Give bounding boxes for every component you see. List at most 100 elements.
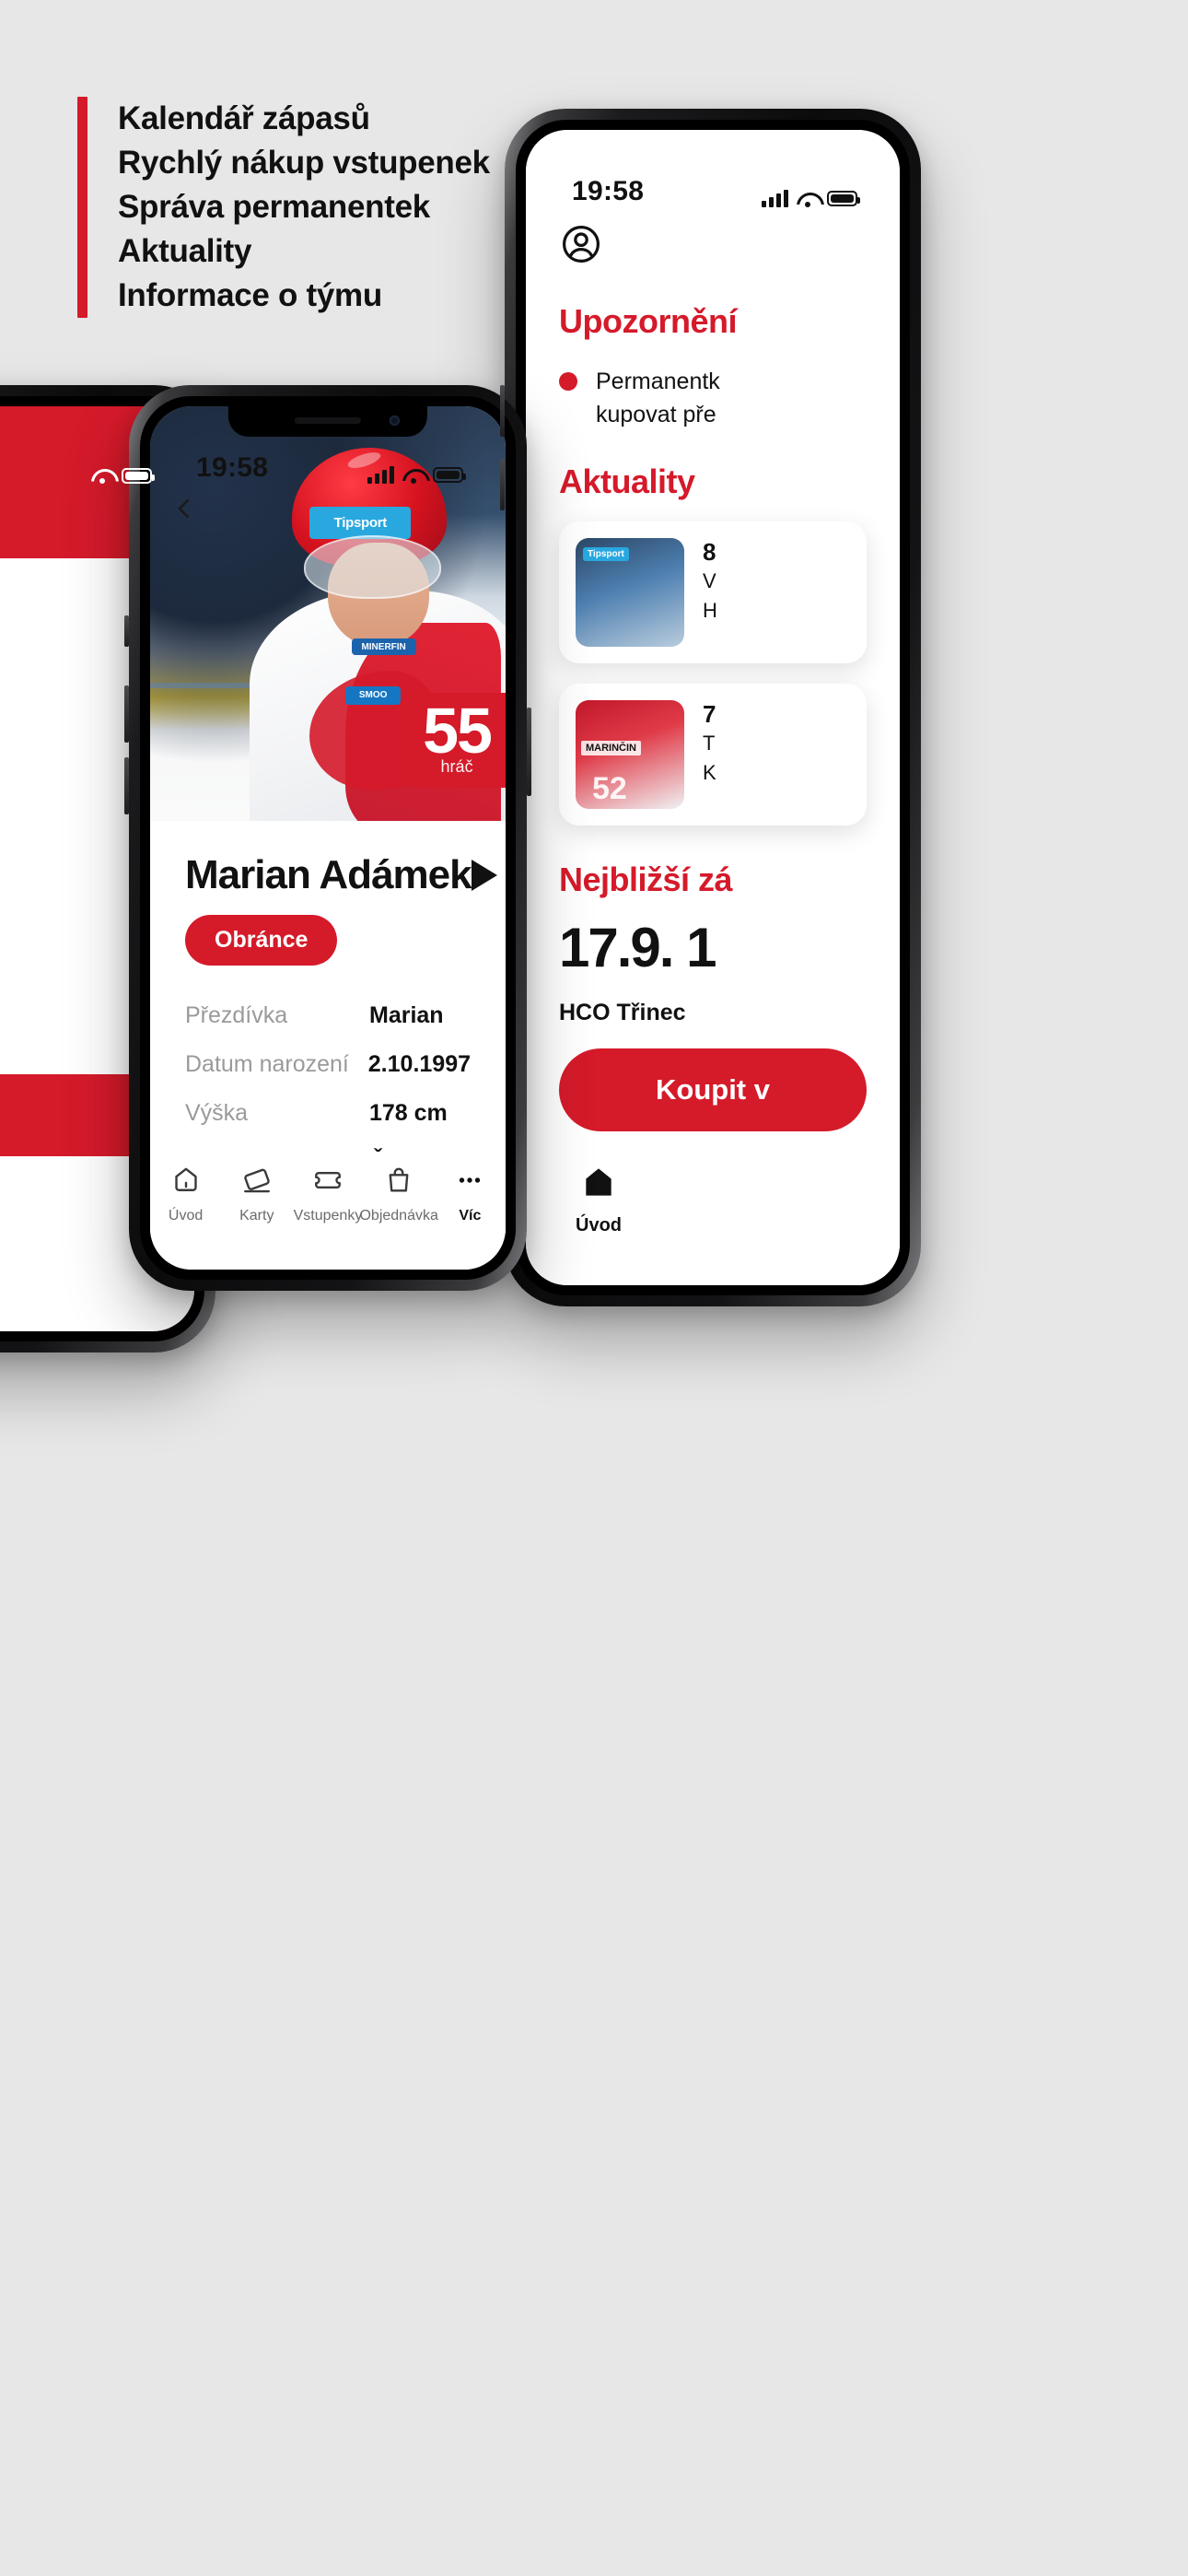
news-date: 7 xyxy=(703,700,716,728)
tab-label: Objednávka xyxy=(359,1208,438,1224)
news-thumbnail: MARINČIN 52 xyxy=(576,700,684,809)
news-text: VH xyxy=(703,569,717,622)
user-circle-icon[interactable] xyxy=(559,222,867,271)
tab-bar-center: Úvod Karty Vstupenky Objednávka Víc xyxy=(150,1152,506,1270)
info-key: Výška xyxy=(185,1100,249,1126)
player-position-badge: Obránce xyxy=(185,915,338,966)
tab-objednavka[interactable]: Objednávka xyxy=(359,1165,438,1224)
info-value: Marian xyxy=(369,1002,444,1028)
feature-list-accent-bar xyxy=(77,97,87,318)
info-key: Přezdívka xyxy=(185,1002,288,1028)
phone-center: Tipsport MINERFIN SMOO 55 hráč 19:58 Mar… xyxy=(124,385,531,1291)
news-body: 7 TK xyxy=(703,700,716,809)
mute-switch[interactable] xyxy=(124,615,129,647)
wifi-icon xyxy=(402,467,425,484)
jersey-name: MARINČIN xyxy=(581,741,641,755)
tab-label: Úvod xyxy=(576,1215,622,1235)
wifi-icon xyxy=(91,467,113,484)
tab-uvod[interactable]: Úvod xyxy=(150,1165,221,1224)
info-value: 178 cm xyxy=(369,1100,448,1126)
volume-down-button[interactable] xyxy=(500,459,505,510)
tipsport-logo: Tipsport xyxy=(309,507,412,539)
news-card[interactable]: MARINČIN 52 7 TK xyxy=(559,684,867,825)
tab-vstupenky[interactable]: Vstupenky xyxy=(292,1165,363,1224)
player-info-table: Přezdívka Marian Datum narození 2.10.199… xyxy=(185,1002,471,1176)
next-match-title: Nejbližší zá xyxy=(559,861,733,898)
news-body: 8 VH xyxy=(703,538,717,647)
tab-label: Karty xyxy=(239,1208,274,1224)
battery-icon xyxy=(122,467,155,484)
player-number-badge: 55 hráč xyxy=(399,693,506,788)
more-icon xyxy=(454,1165,485,1200)
feature-item: Kalendář zápasů xyxy=(118,100,370,136)
info-value: 2.10.1997 xyxy=(367,1051,471,1077)
tab-label: Úvod xyxy=(168,1208,204,1224)
home-icon xyxy=(170,1165,202,1200)
earpiece-speaker xyxy=(294,417,361,424)
buy-ticket-button[interactable]: Koupit v xyxy=(559,1048,867,1131)
feature-list: Kalendář zápasů Rychlý nákup vstupenek S… xyxy=(77,97,490,318)
player-number: 55 xyxy=(423,695,493,767)
bullet-icon xyxy=(559,372,577,391)
tab-karty[interactable]: Karty xyxy=(221,1165,292,1224)
notice-text: Permanentk kupovat pře xyxy=(596,369,720,427)
notch xyxy=(227,406,428,437)
status-time: 19:58 xyxy=(572,176,645,206)
info-row: Přezdívka Marian xyxy=(185,1002,471,1029)
volume-up-button[interactable] xyxy=(124,685,129,743)
tab-bar-right: Úvod xyxy=(526,1147,900,1285)
bag-icon xyxy=(383,1165,414,1200)
news-date: 8 xyxy=(703,538,716,566)
next-match-date: 17.9. 1 xyxy=(559,917,717,978)
news-card[interactable]: Tipsport 8 VH xyxy=(559,521,867,663)
sponsor-minerfin: MINERFIN xyxy=(351,638,416,655)
status-time: 19:58 xyxy=(196,452,269,483)
status-icons xyxy=(367,466,466,484)
next-match-team: HCO Třinec xyxy=(559,1000,686,1025)
news-title: Aktuality xyxy=(559,463,695,500)
status-icons xyxy=(762,190,860,207)
player-number-label: hráč xyxy=(440,757,473,776)
front-camera xyxy=(390,416,401,426)
feature-list-items: Kalendář zápasů Rychlý nákup vstupenek S… xyxy=(118,97,490,318)
notices-title: Upozornění xyxy=(559,302,737,340)
feature-item: Správa permanentek xyxy=(118,189,430,225)
home-screen: 19:58 Upozornění Permanentk kupovat pře … xyxy=(526,130,900,1285)
feature-item: Informace o týmu xyxy=(118,277,382,313)
play-icon[interactable] xyxy=(471,860,497,891)
news-thumbnail: Tipsport xyxy=(576,538,684,647)
jersey-number: 52 xyxy=(592,771,627,806)
battery-icon xyxy=(827,191,860,206)
tab-label: Víc xyxy=(459,1208,482,1224)
signal-icon xyxy=(367,466,394,484)
volume-down-button[interactable] xyxy=(124,757,129,814)
mockup-stage: Kalendář zápasů Rychlý nákup vstupenek S… xyxy=(0,0,1188,2576)
helmet-visor xyxy=(303,534,441,599)
status-icons xyxy=(91,467,155,484)
card-icon xyxy=(241,1165,273,1200)
player-name: Marian Adámek xyxy=(185,852,472,897)
home-icon xyxy=(580,1164,617,1206)
news-text: TK xyxy=(703,732,716,784)
tab-vic[interactable]: Víc xyxy=(435,1165,506,1224)
sponsor-smoo: SMOO xyxy=(345,685,402,705)
info-row: Výška 178 cm xyxy=(185,1100,471,1127)
feature-item: Rychlý nákup vstupenek xyxy=(118,145,490,181)
info-key: Datum narození xyxy=(185,1051,349,1077)
back-button[interactable] xyxy=(170,495,198,527)
tipsport-logo: Tipsport xyxy=(583,547,629,561)
notice-item: Permanentk kupovat pře xyxy=(559,365,867,431)
feature-item: Aktuality xyxy=(118,233,252,269)
player-name-row: Marian Adámek xyxy=(185,821,497,898)
volume-up-button[interactable] xyxy=(500,385,505,437)
phone-right: 19:58 Upozornění Permanentk kupovat pře … xyxy=(500,109,921,1306)
power-button[interactable] xyxy=(527,708,531,796)
battery-icon xyxy=(433,467,466,483)
signal-icon xyxy=(762,190,788,207)
tab-uvod[interactable]: Úvod xyxy=(576,1164,622,1236)
status-bar-right: 19:58 xyxy=(526,130,900,215)
tab-label: Vstupenky xyxy=(293,1208,363,1224)
wifi-icon xyxy=(797,191,819,207)
ticket-icon xyxy=(312,1165,344,1200)
info-row: Datum narození 2.10.1997 xyxy=(185,1051,471,1078)
